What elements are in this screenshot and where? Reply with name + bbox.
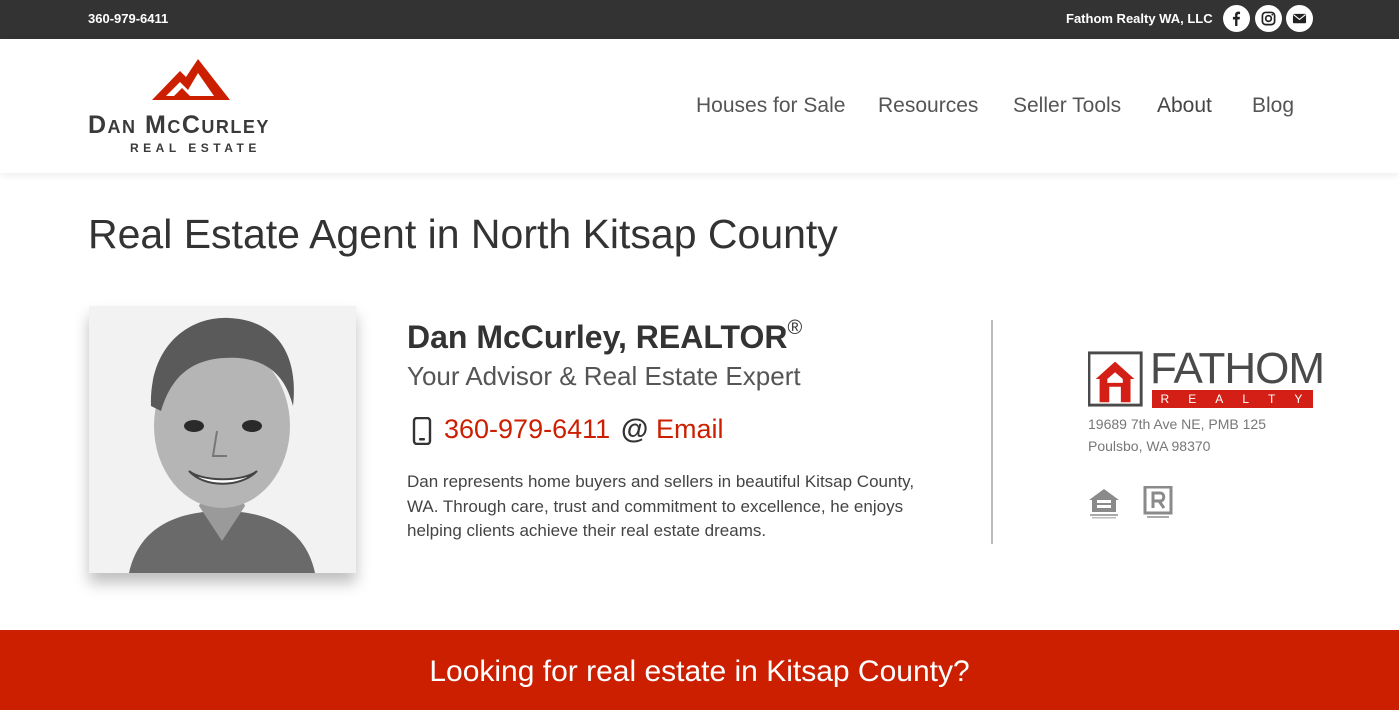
brokerage-address-line1: 19689 7th Ave NE, PMB 125 bbox=[1088, 416, 1266, 432]
agent-name-text: Dan McCurley, REALTOR bbox=[407, 319, 788, 355]
nav-houses-for-sale[interactable]: Houses for Sale bbox=[696, 94, 845, 118]
nav-blog[interactable]: Blog bbox=[1252, 94, 1294, 118]
top-bar: 360-979-6411 Fathom Realty WA, LLC bbox=[0, 0, 1399, 39]
equal-housing-icon bbox=[1089, 489, 1119, 519]
logo-subtitle: REAL ESTATE bbox=[130, 141, 261, 155]
page-title: Real Estate Agent in North Kitsap County bbox=[88, 211, 838, 257]
logo-name: Dan McCurley bbox=[88, 111, 270, 139]
fathom-house-logo-icon bbox=[1088, 351, 1143, 407]
email-icon[interactable] bbox=[1286, 5, 1313, 32]
fathom-letter: R bbox=[1160, 392, 1172, 406]
agent-email-link[interactable]: Email bbox=[656, 414, 724, 445]
registered-mark: ® bbox=[787, 317, 803, 340]
nav-resources[interactable]: Resources bbox=[878, 94, 978, 118]
agent-phone-link[interactable]: 360-979-6411 bbox=[444, 414, 610, 445]
fathom-letter: L bbox=[1242, 392, 1251, 406]
at-icon: @ bbox=[621, 413, 649, 444]
fathom-logo-word: FATHOM bbox=[1150, 344, 1325, 393]
cta-banner-text: Looking for real estate in Kitsap County… bbox=[429, 655, 970, 688]
topbar-company-name: Fathom Realty WA, LLC bbox=[1066, 11, 1213, 26]
site-logo[interactable]: Dan McCurley REAL ESTATE bbox=[88, 57, 298, 157]
facebook-icon[interactable] bbox=[1223, 5, 1250, 32]
agent-photo bbox=[89, 306, 356, 573]
fathom-logo-subtitle: R E A L T Y bbox=[1152, 390, 1313, 408]
nav-about[interactable]: About bbox=[1157, 94, 1212, 118]
agent-tagline: Your Advisor & Real Estate Expert bbox=[407, 361, 801, 391]
realtor-icon bbox=[1143, 486, 1173, 518]
agent-name: Dan McCurley, REALTOR® bbox=[407, 317, 803, 356]
instagram-icon[interactable] bbox=[1255, 5, 1282, 32]
mobile-phone-icon bbox=[412, 417, 432, 445]
nav-seller-tools[interactable]: Seller Tools bbox=[1013, 94, 1121, 118]
site-header: Dan McCurley REAL ESTATE Houses for Sale… bbox=[0, 39, 1399, 173]
fathom-letter: E bbox=[1188, 392, 1199, 406]
mountain-logo-icon bbox=[152, 59, 230, 100]
fathom-letter: T bbox=[1268, 392, 1278, 406]
vertical-divider bbox=[991, 320, 993, 544]
brokerage-address-line2: Poulsbo, WA 98370 bbox=[1088, 438, 1211, 454]
fathom-letter: Y bbox=[1294, 392, 1305, 406]
cta-banner: Looking for real estate in Kitsap County… bbox=[0, 630, 1399, 710]
agent-bio: Dan represents home buyers and sellers i… bbox=[407, 472, 915, 540]
topbar-phone-link[interactable]: 360-979-6411 bbox=[88, 11, 168, 26]
fathom-letter: A bbox=[1215, 392, 1226, 406]
